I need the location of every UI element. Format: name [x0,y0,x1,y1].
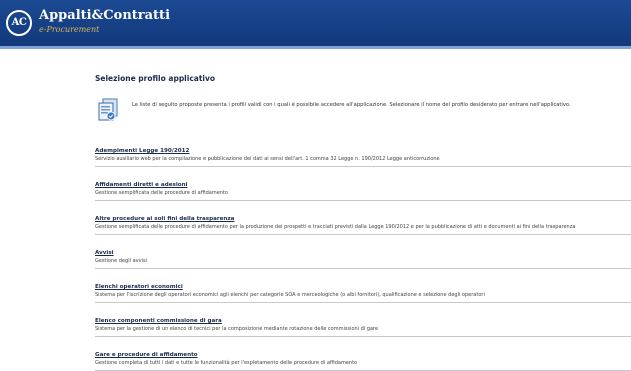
profiles-icon [98,98,118,121]
app-title: Appalti&Contratti [39,8,171,23]
list-item: Gare e procedure di affidamento Gestione… [95,337,631,371]
profile-description: Sistema per l'iscrizione degli operatori… [95,292,485,298]
header-divider [0,46,631,49]
profile-link[interactable]: Gare e procedure di affidamento [95,351,198,359]
list-item: Adempimenti Legge 190/2012 Servizio ausi… [95,133,631,167]
app-subtitle: e-Procurement [39,25,100,34]
intro-text: Le liste di seguito proposte presenta i … [132,102,571,108]
list-item: Avvisi Gestione degli avvisi [95,235,631,269]
profile-link[interactable]: Elenco componenti commissione di gara [95,317,222,325]
profile-description: Sistema per la gestione di un elenco di … [95,326,379,332]
profile-description: Servizio ausiliario web per la compilazi… [95,156,440,162]
profile-link[interactable]: Avvisi [95,249,114,257]
profile-description: Gestione degli avvisi [95,258,147,264]
list-item: Elenchi operatori economici Sistema per … [95,269,631,303]
list-item: Altre procedure ai soli fini della trasp… [95,201,631,235]
profile-link[interactable]: Elenchi operatori economici [95,283,183,291]
intro-box: Le liste di seguito proposte presenta i … [95,96,631,133]
profile-link[interactable]: Altre procedure ai soli fini della trasp… [95,215,234,223]
profile-description: Gestione semplificata delle procedure di… [95,190,228,196]
list-item: Affidamenti diretti e adesioni Gestione … [95,167,631,201]
profile-list: Adempimenti Legge 190/2012 Servizio ausi… [95,133,631,371]
profile-link[interactable]: Adempimenti Legge 190/2012 [95,147,189,155]
profile-description: Gestione semplificata delle procedure di… [95,224,576,230]
logo: AC [6,10,32,36]
page-title: Selezione profilo applicativo [95,74,216,83]
main-content: Selezione profilo applicativo Le liste d… [95,74,631,371]
app-header: AC Appalti&Contratti e-Procurement [0,0,631,46]
profile-link[interactable]: Affidamenti diretti e adesioni [95,181,187,189]
list-item: Elenco componenti commissione di gara Si… [95,303,631,337]
